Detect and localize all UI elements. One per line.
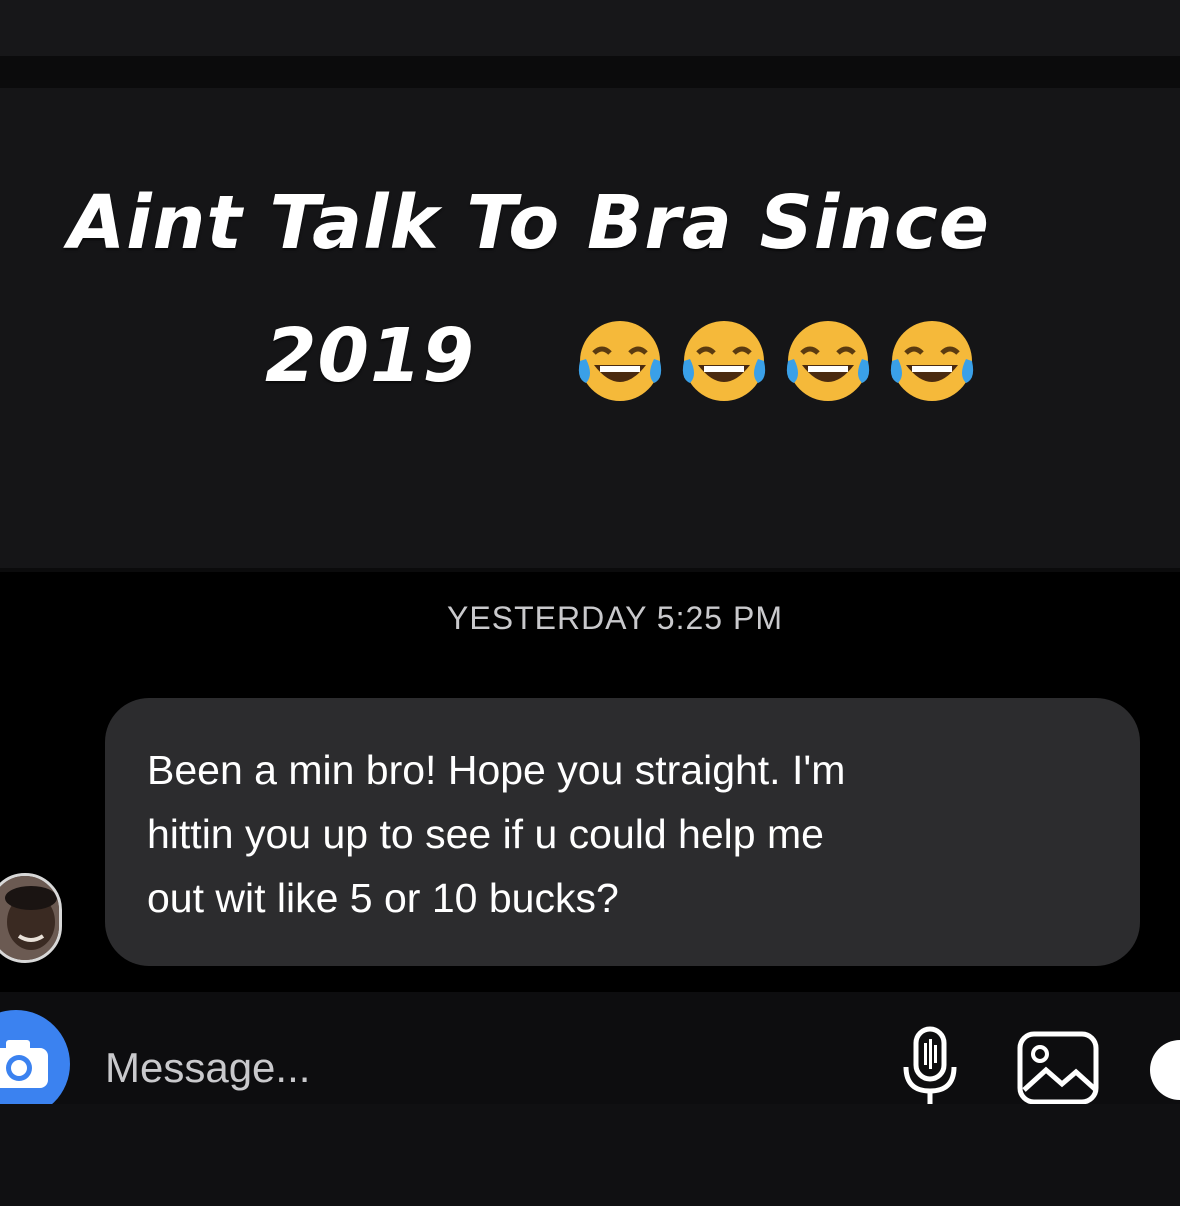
laughing-emoji-icon — [682, 321, 766, 401]
laughing-emoji-icon — [890, 321, 974, 401]
message-timestamp: YESTERDAY 5:25 PM — [447, 600, 783, 636]
caption-line-2: 2019 — [265, 313, 475, 399]
top-bar — [0, 0, 1180, 56]
camera-button[interactable] — [0, 1010, 70, 1118]
caption-line-1: Aint Talk To Bra Since — [68, 180, 990, 266]
camera-icon — [0, 1040, 48, 1088]
microphone-icon[interactable] — [902, 1025, 958, 1107]
laughing-emoji-icon — [578, 321, 662, 401]
avatar[interactable] — [0, 873, 62, 963]
avatar-image — [0, 876, 59, 960]
message-line: Been a min bro! Hope you straight. I'm — [147, 747, 846, 793]
footer — [0, 1104, 1180, 1206]
message-line: out wit like 5 or 10 bucks? — [147, 875, 619, 921]
message-input[interactable]: Message... — [105, 1044, 310, 1092]
emoji-row — [572, 313, 980, 409]
image-icon[interactable] — [1016, 1030, 1100, 1106]
message-line: hittin you up to see if u could help me — [147, 811, 824, 857]
laughing-emoji-icon — [786, 321, 870, 401]
message-bubble[interactable]: Been a min bro! Hope you straight. I'm h… — [105, 698, 1140, 966]
